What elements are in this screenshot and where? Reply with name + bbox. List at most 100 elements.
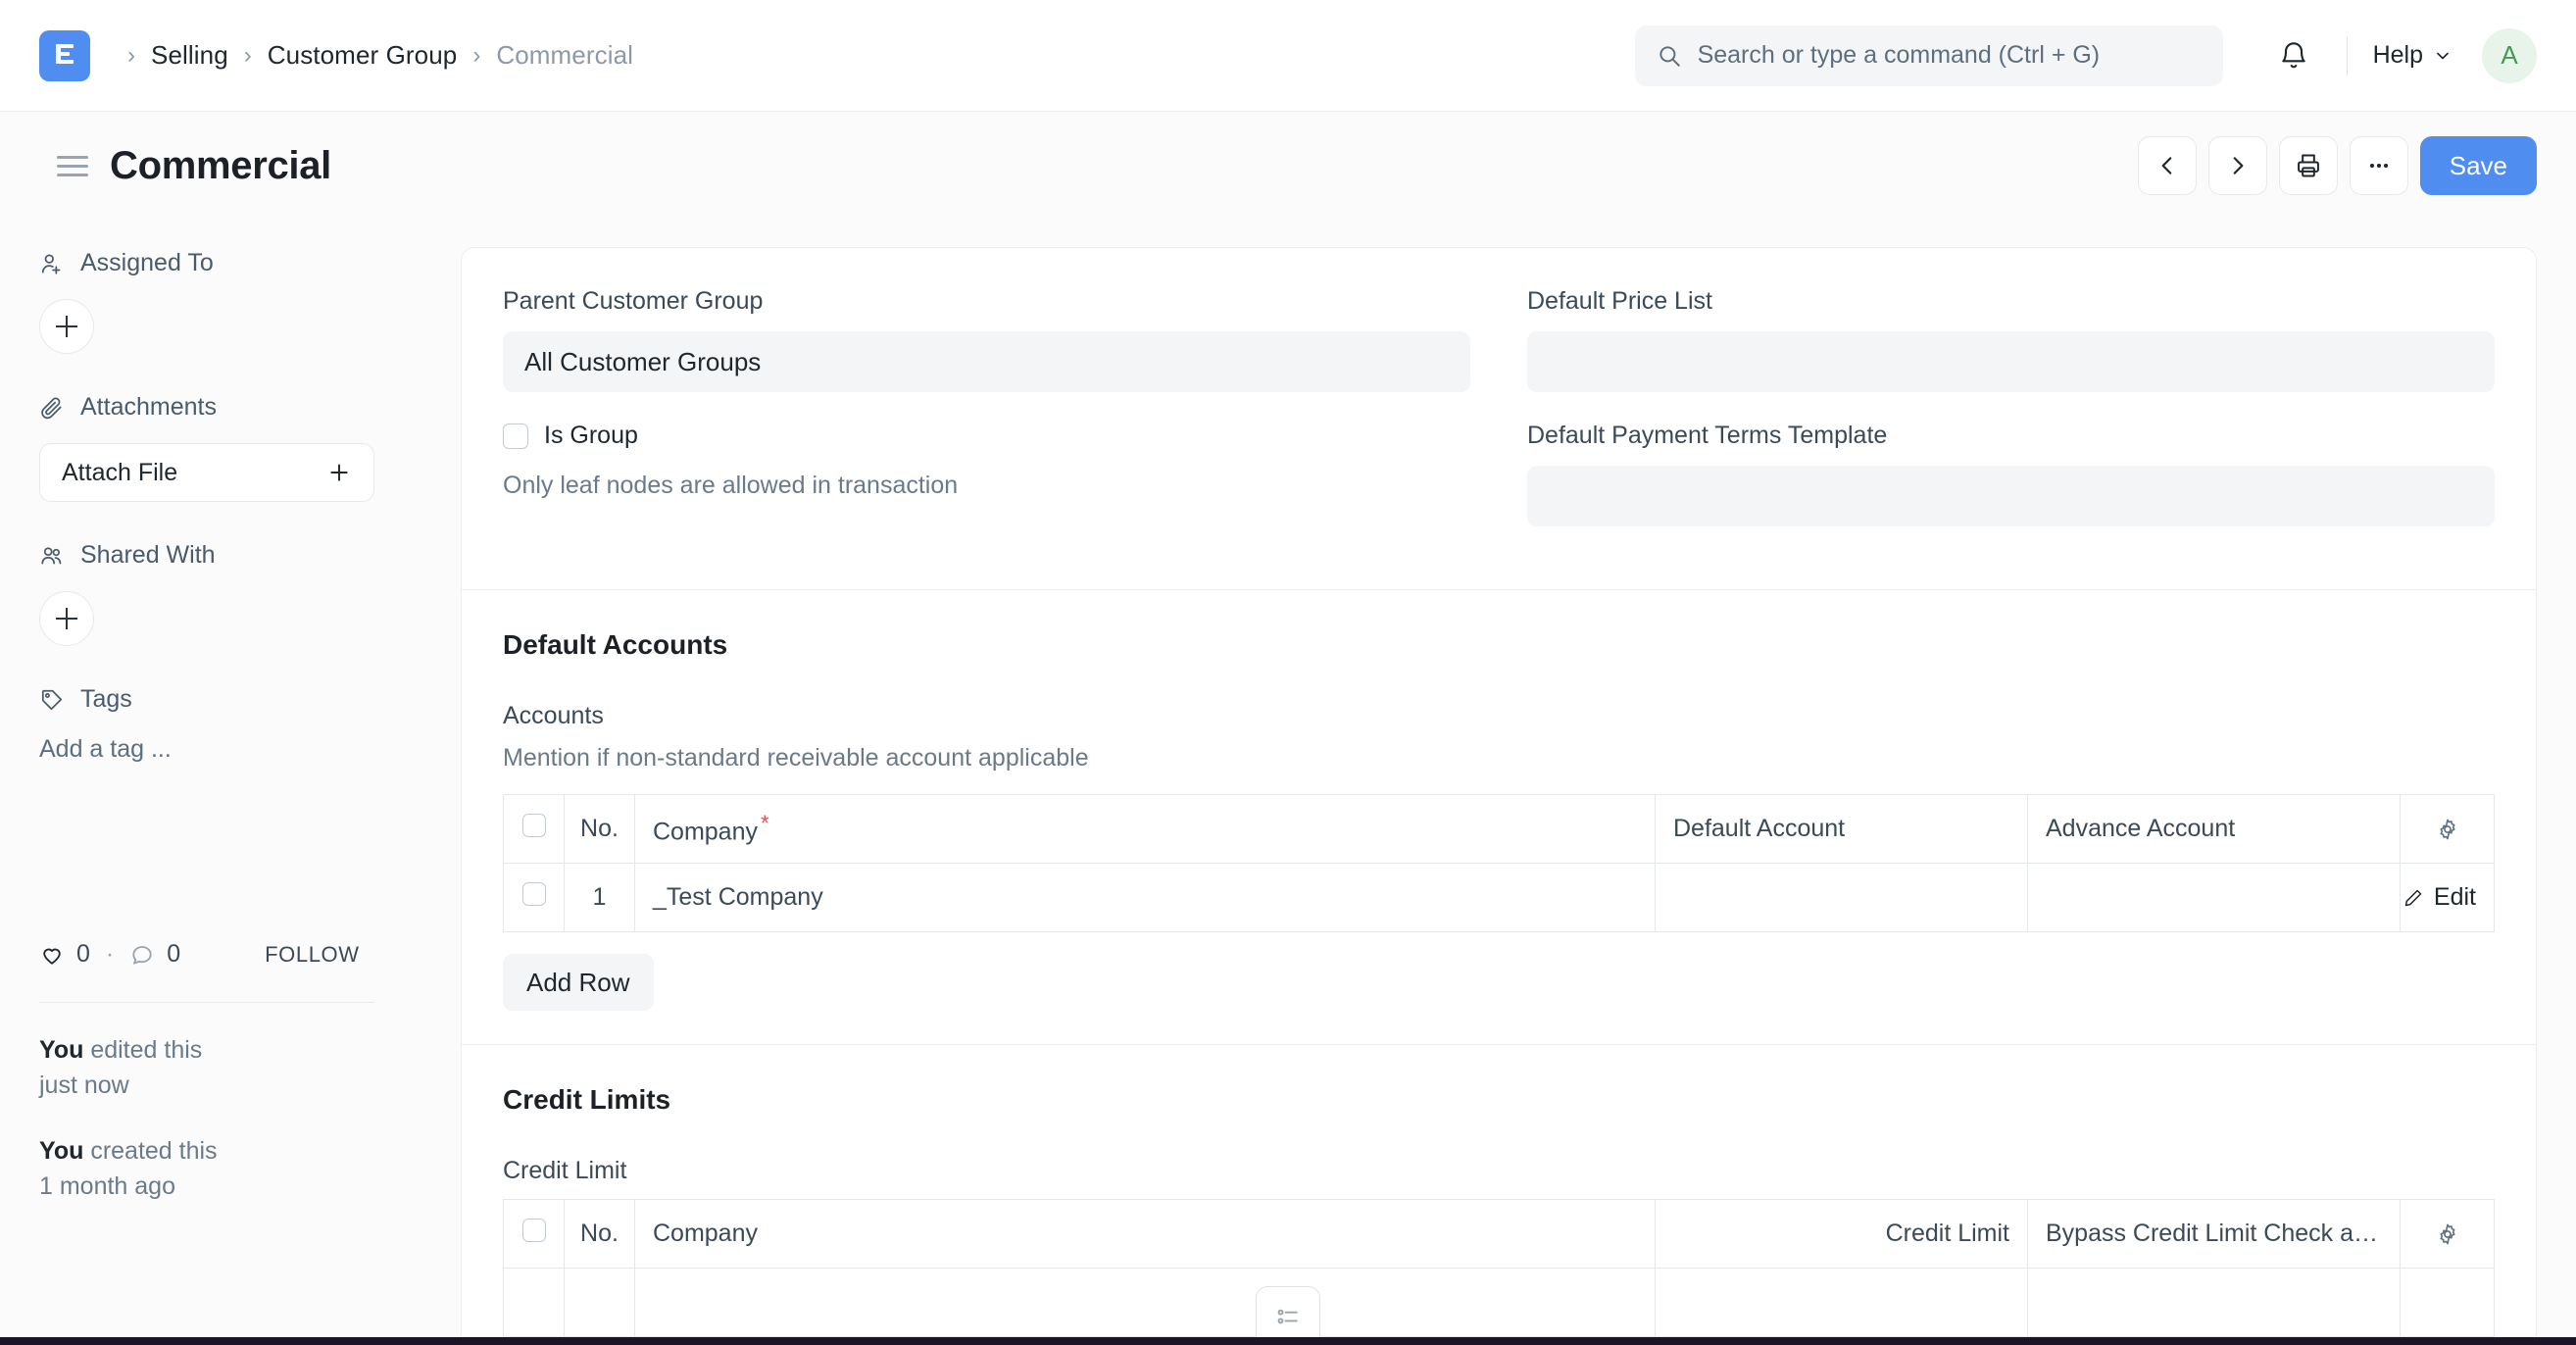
bell-icon[interactable]	[2266, 28, 2321, 83]
comment-icon[interactable]	[129, 942, 155, 968]
accounts-table: No. Company * Default Account Advance Acc…	[503, 794, 2495, 932]
activity-action: created this	[83, 1136, 218, 1165]
column-header-no: No.	[564, 1199, 635, 1269]
accounts-grid-hint: Mention if non-standard receivable accou…	[503, 744, 1089, 772]
field-default-payment-terms-template: Default Payment Terms Template	[1527, 422, 2495, 526]
table-header-row: No. Company * Default Account Advance Acc…	[503, 794, 2495, 864]
row-checkbox[interactable]	[521, 882, 546, 906]
heart-icon[interactable]	[39, 942, 65, 968]
prev-doc-button[interactable]	[2137, 136, 2197, 195]
column-header-advance-account: Advance Account	[2027, 794, 2401, 864]
row-advance-account[interactable]	[2027, 863, 2401, 932]
navbar-right: Search or type a command (Ctrl + G) Help…	[1634, 0, 2537, 111]
assigned-to-label: Assigned To	[80, 249, 214, 276]
assigned-to-header: Assigned To	[39, 249, 421, 277]
default-price-list-input[interactable]	[1527, 331, 2495, 392]
comment-count: 0	[167, 940, 181, 968]
sidebar-section-tags: Tags Add a tag ...	[39, 685, 421, 764]
gear-icon[interactable]	[2400, 1199, 2495, 1269]
breadcrumb-separator: ›	[127, 41, 135, 69]
bypass-header-label: Bypass Credit Limit Check at Sales ...	[2046, 1220, 2382, 1247]
default-accounts-title: Default Accounts	[503, 629, 728, 660]
add-row-accounts-button[interactable]: Add Row	[503, 954, 654, 1011]
pencil-icon	[2403, 887, 2424, 909]
page-title: Commercial	[110, 143, 331, 187]
sidebar: Assigned To Attachments Attach File Shar…	[0, 220, 461, 1233]
sidebar-meta: 0 · 0 FOLLOW	[39, 940, 421, 969]
select-all-checkbox[interactable]	[521, 1219, 546, 1242]
table-row[interactable]: 1 _Test Company Edit	[503, 863, 2495, 932]
select-all-checkbox[interactable]	[521, 814, 546, 837]
table-header-row: No. Company Credit Limit Bypass Credit L…	[503, 1199, 2495, 1269]
default-price-list-label: Default Price List	[1527, 287, 1712, 315]
row-edit-cell[interactable]: Edit	[2401, 864, 2495, 932]
more-actions-button[interactable]	[2349, 136, 2408, 195]
gear-icon[interactable]	[2400, 794, 2495, 864]
navbar-left: › Selling › Customer Group › Commercial	[39, 29, 633, 81]
page-actions: Save	[2137, 136, 2537, 195]
is-group-checkbox[interactable]	[503, 423, 528, 449]
breadcrumb-item-customer-group[interactable]: Customer Group	[268, 40, 458, 71]
bottom-strip	[0, 1337, 2576, 1345]
add-tag-input[interactable]: Add a tag ...	[39, 735, 421, 764]
plus-icon	[326, 460, 352, 485]
column-header-bypass-credit-limit-check: Bypass Credit Limit Check at Sales ...	[2027, 1199, 2401, 1269]
add-share-button[interactable]	[39, 591, 94, 646]
breadcrumb-separator: ›	[472, 41, 481, 69]
next-doc-button[interactable]	[2207, 136, 2267, 195]
page-header: Commercial Save	[0, 112, 2576, 220]
users-icon	[39, 543, 65, 569]
printer-icon[interactable]	[2278, 136, 2338, 195]
empty-cell	[634, 1268, 1656, 1337]
section-credit-limits: Credit Limits Credit Limit No. Company C…	[462, 1044, 2536, 1345]
hamburger-menu-icon[interactable]	[57, 155, 88, 176]
select-all-header[interactable]	[503, 794, 565, 864]
main-content: Parent Customer Group All Customer Group…	[461, 220, 2576, 1345]
avatar[interactable]: A	[2482, 27, 2537, 83]
attach-file-label: Attach File	[62, 458, 178, 486]
column-header-no: No.	[564, 794, 635, 864]
like-comment-counts: 0 · 0	[39, 940, 180, 969]
row-select-cell[interactable]	[503, 863, 565, 932]
search-input[interactable]: Search or type a command (Ctrl + G)	[1634, 25, 2223, 86]
field-parent-customer-group: Parent Customer Group All Customer Group…	[503, 287, 1470, 392]
default-payment-terms-template-label: Default Payment Terms Template	[1527, 422, 1888, 449]
select-all-header[interactable]	[503, 1199, 565, 1269]
user-plus-icon	[39, 251, 65, 276]
meta-separator: ·	[105, 940, 115, 968]
field-is-group[interactable]: Is Group	[503, 422, 1470, 450]
default-payment-terms-template-input[interactable]	[1527, 466, 2495, 526]
page-body: Assigned To Attachments Attach File Shar…	[0, 220, 2576, 1345]
breadcrumb-item-commercial[interactable]: Commercial	[496, 40, 633, 71]
row-number: 1	[564, 863, 635, 932]
save-button[interactable]: Save	[2419, 136, 2537, 195]
like-count: 0	[76, 940, 90, 968]
row-company[interactable]: _Test Company	[634, 863, 1656, 932]
attachments-label: Attachments	[80, 393, 217, 421]
breadcrumb-item-selling[interactable]: Selling	[151, 40, 228, 71]
sidebar-divider	[39, 1002, 374, 1003]
column-header-credit-limit: Credit Limit	[1655, 1199, 2028, 1269]
credit-limits-table: No. Company Credit Limit Bypass Credit L…	[503, 1199, 2495, 1337]
erpnext-logo-icon[interactable]	[39, 29, 90, 81]
list-view-icon[interactable]	[1256, 1286, 1320, 1345]
avatar-initial: A	[2501, 40, 2518, 70]
credit-limits-title: Credit Limits	[503, 1084, 671, 1115]
breadcrumb: › Selling › Customer Group › Commercial	[112, 40, 633, 71]
activity-item-edited: You edited this just now	[39, 1032, 421, 1104]
parent-customer-group-input[interactable]: All Customer Groups	[503, 331, 1470, 392]
search-placeholder: Search or type a command (Ctrl + G)	[1697, 41, 2101, 69]
is-group-label: Is Group	[544, 422, 638, 449]
help-menu[interactable]: Help	[2373, 41, 2452, 70]
add-assignment-button[interactable]	[39, 299, 94, 354]
empty-cell	[2401, 1269, 2495, 1337]
row-default-account[interactable]	[1655, 863, 2028, 932]
tags-header: Tags	[39, 685, 421, 714]
follow-button[interactable]: FOLLOW	[265, 942, 360, 968]
attach-file-button[interactable]: Attach File	[39, 443, 374, 502]
help-label: Help	[2372, 41, 2423, 69]
field-default-price-list: Default Price List	[1527, 287, 2495, 392]
attachments-header: Attachments	[39, 393, 421, 422]
empty-cell	[1655, 1268, 2028, 1337]
shared-with-header: Shared With	[39, 541, 421, 570]
